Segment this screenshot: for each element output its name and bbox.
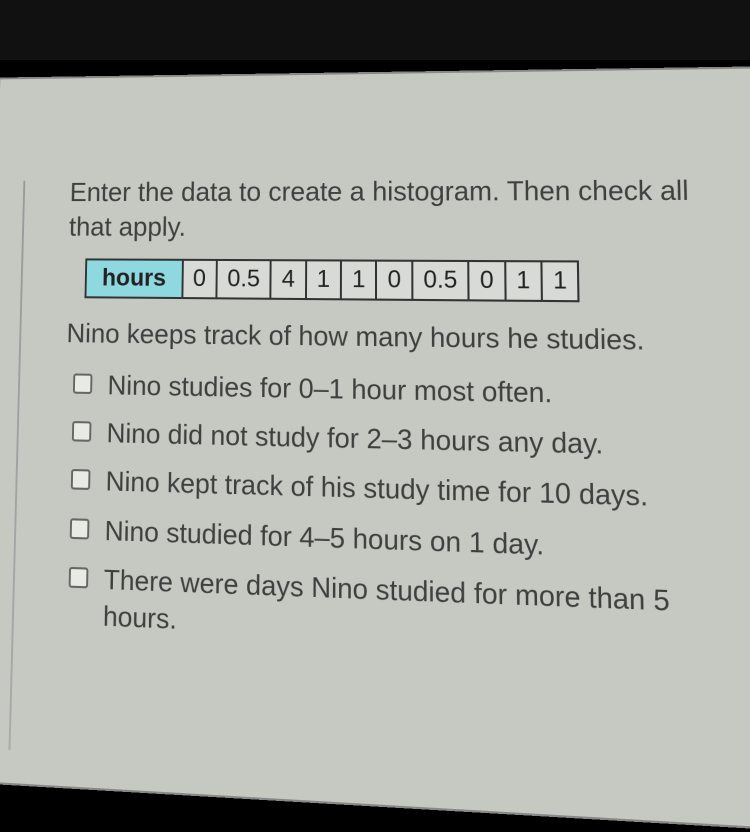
instructions-text: Enter the data to create a histogram. Th… <box>69 173 742 247</box>
list-item: Nino studied for 4–5 hours on 1 day. <box>70 512 750 571</box>
left-divider <box>9 181 26 750</box>
table-cell: 0 <box>182 260 217 299</box>
list-item: There were days Nino studied for more th… <box>68 560 750 662</box>
table-header-cell: hours <box>85 260 182 299</box>
table-cell: 0.5 <box>216 260 271 299</box>
option-label: Nino studied for 4–5 hours on 1 day. <box>104 513 750 571</box>
table-cell: 1 <box>306 261 341 300</box>
hours-data-table: hours 0 0.5 4 1 1 0 0.5 0 1 1 <box>85 259 580 303</box>
table-cell: 0 <box>468 261 505 301</box>
list-item: Nino kept track of his study time for 10… <box>71 463 750 519</box>
question-panel: m. Enter the data to create a histogram.… <box>0 66 750 832</box>
option-label: Nino kept track of his study time for 10… <box>105 464 749 519</box>
option-label: Nino studies for 0–1 hour most often. <box>107 368 746 416</box>
option-label: Nino did not study for 2–3 hours any day… <box>106 416 748 467</box>
table-cell: 4 <box>271 260 306 299</box>
checkbox-input[interactable] <box>71 469 91 490</box>
context-text: Nino keeps track of how many hours he st… <box>66 316 745 360</box>
table-cell: 1 <box>341 261 376 300</box>
checkbox-input[interactable] <box>69 567 89 589</box>
option-label: There were days Nino studied for more th… <box>103 562 750 663</box>
table-cell: 0 <box>376 261 412 300</box>
checkbox-input[interactable] <box>73 374 93 395</box>
checkbox-input[interactable] <box>72 421 92 442</box>
list-item: Nino did not study for 2–3 hours any day… <box>72 415 748 467</box>
table-row: hours 0 0.5 4 1 1 0 0.5 0 1 1 <box>85 260 578 302</box>
checkbox-input[interactable] <box>70 518 90 539</box>
table-cell: 0.5 <box>412 261 469 301</box>
table-cell: 1 <box>505 261 542 301</box>
answer-options-list: Nino studies for 0–1 hour most often. Ni… <box>68 368 750 663</box>
list-item: Nino studies for 0–1 hour most often. <box>73 368 747 416</box>
table-cell: 1 <box>541 261 578 301</box>
window-top-bar <box>0 0 750 60</box>
main-content: Enter the data to create a histogram. Th… <box>60 173 750 663</box>
